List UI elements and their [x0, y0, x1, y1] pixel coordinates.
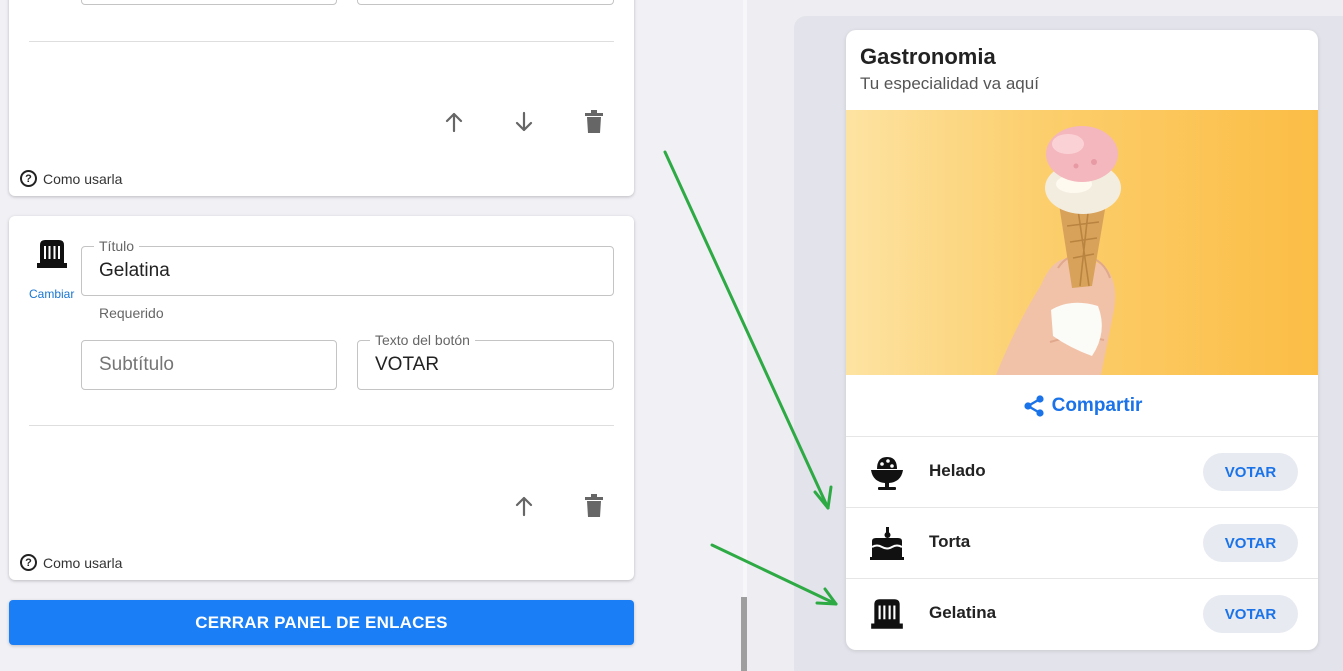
- jelly-icon[interactable]: [29, 237, 75, 276]
- vote-button[interactable]: VOTAR: [1203, 453, 1298, 491]
- link-label: Gelatina: [929, 603, 997, 622]
- move-up-button[interactable]: [439, 107, 469, 137]
- change-icon-link[interactable]: Cambiar: [29, 287, 74, 301]
- button-text-field-previous[interactable]: [357, 0, 614, 5]
- close-links-panel-button[interactable]: CERRAR PANEL DE ENLACES: [9, 600, 634, 645]
- help-label: Como usarla: [43, 170, 123, 187]
- delete-button[interactable]: [579, 491, 609, 521]
- share-icon: [1023, 395, 1044, 417]
- move-up-button[interactable]: [509, 491, 539, 521]
- editor-panel: ? Como usarla Cambiar Título Gelatina Re…: [0, 0, 745, 671]
- preview-card: Gastronomia Tu especialidad va aquí Comp…: [846, 30, 1318, 650]
- jelly-icon: [866, 593, 908, 635]
- preview-title: Gastronomia: [860, 44, 996, 69]
- link-card-previous: ? Como usarla: [9, 0, 634, 196]
- title-field-label: Título: [94, 238, 140, 254]
- link-label: Torta: [929, 532, 971, 551]
- help-link[interactable]: ? Como usarla: [20, 170, 122, 187]
- trash-icon: [585, 110, 603, 133]
- scrollbar-thumb[interactable]: [741, 597, 747, 671]
- title-helper-text: Requerido: [99, 305, 164, 321]
- card-divider: [29, 41, 614, 42]
- link-row-gelatina: Gelatina VOTAR: [846, 578, 1318, 648]
- share-button[interactable]: Compartir: [846, 375, 1318, 437]
- hero-image: [846, 110, 1318, 375]
- help-icon: ?: [20, 554, 37, 571]
- delete-button[interactable]: [579, 107, 609, 137]
- arrow-up-icon: [445, 112, 463, 133]
- title-field-value: Gelatina: [99, 260, 170, 281]
- ice-cream-icon: [866, 451, 908, 493]
- button-text-value: VOTAR: [375, 354, 440, 375]
- trash-icon: [585, 494, 603, 517]
- link-label: Helado: [929, 461, 986, 480]
- title-field[interactable]: Título Gelatina: [81, 238, 614, 296]
- button-text-label: Texto del botón: [370, 332, 475, 348]
- arrow-up-icon: [515, 496, 533, 517]
- button-text-field[interactable]: Texto del botón VOTAR: [357, 332, 614, 390]
- vote-button[interactable]: VOTAR: [1203, 595, 1298, 633]
- cake-icon: [866, 522, 908, 564]
- help-icon: ?: [20, 170, 37, 187]
- link-row-torta: Torta VOTAR: [846, 507, 1318, 577]
- subtitle-placeholder: Subtítulo: [99, 354, 174, 375]
- card-divider: [29, 425, 614, 426]
- help-link[interactable]: ? Como usarla: [20, 554, 122, 571]
- arrow-down-icon: [515, 111, 533, 132]
- subtitle-field-previous[interactable]: [81, 0, 337, 5]
- preview-subtitle: Tu especialidad va aquí: [860, 74, 1039, 93]
- scrollbar-track[interactable]: [743, 0, 747, 671]
- subtitle-field[interactable]: Subtítulo: [81, 340, 337, 390]
- vote-button[interactable]: VOTAR: [1203, 524, 1298, 562]
- help-label: Como usarla: [43, 554, 123, 571]
- link-row-helado: Helado VOTAR: [846, 436, 1318, 506]
- share-label: Compartir: [1051, 395, 1143, 416]
- move-down-button[interactable]: [509, 107, 539, 137]
- link-card-gelatina: Cambiar Título Gelatina Requerido Subtít…: [9, 216, 634, 580]
